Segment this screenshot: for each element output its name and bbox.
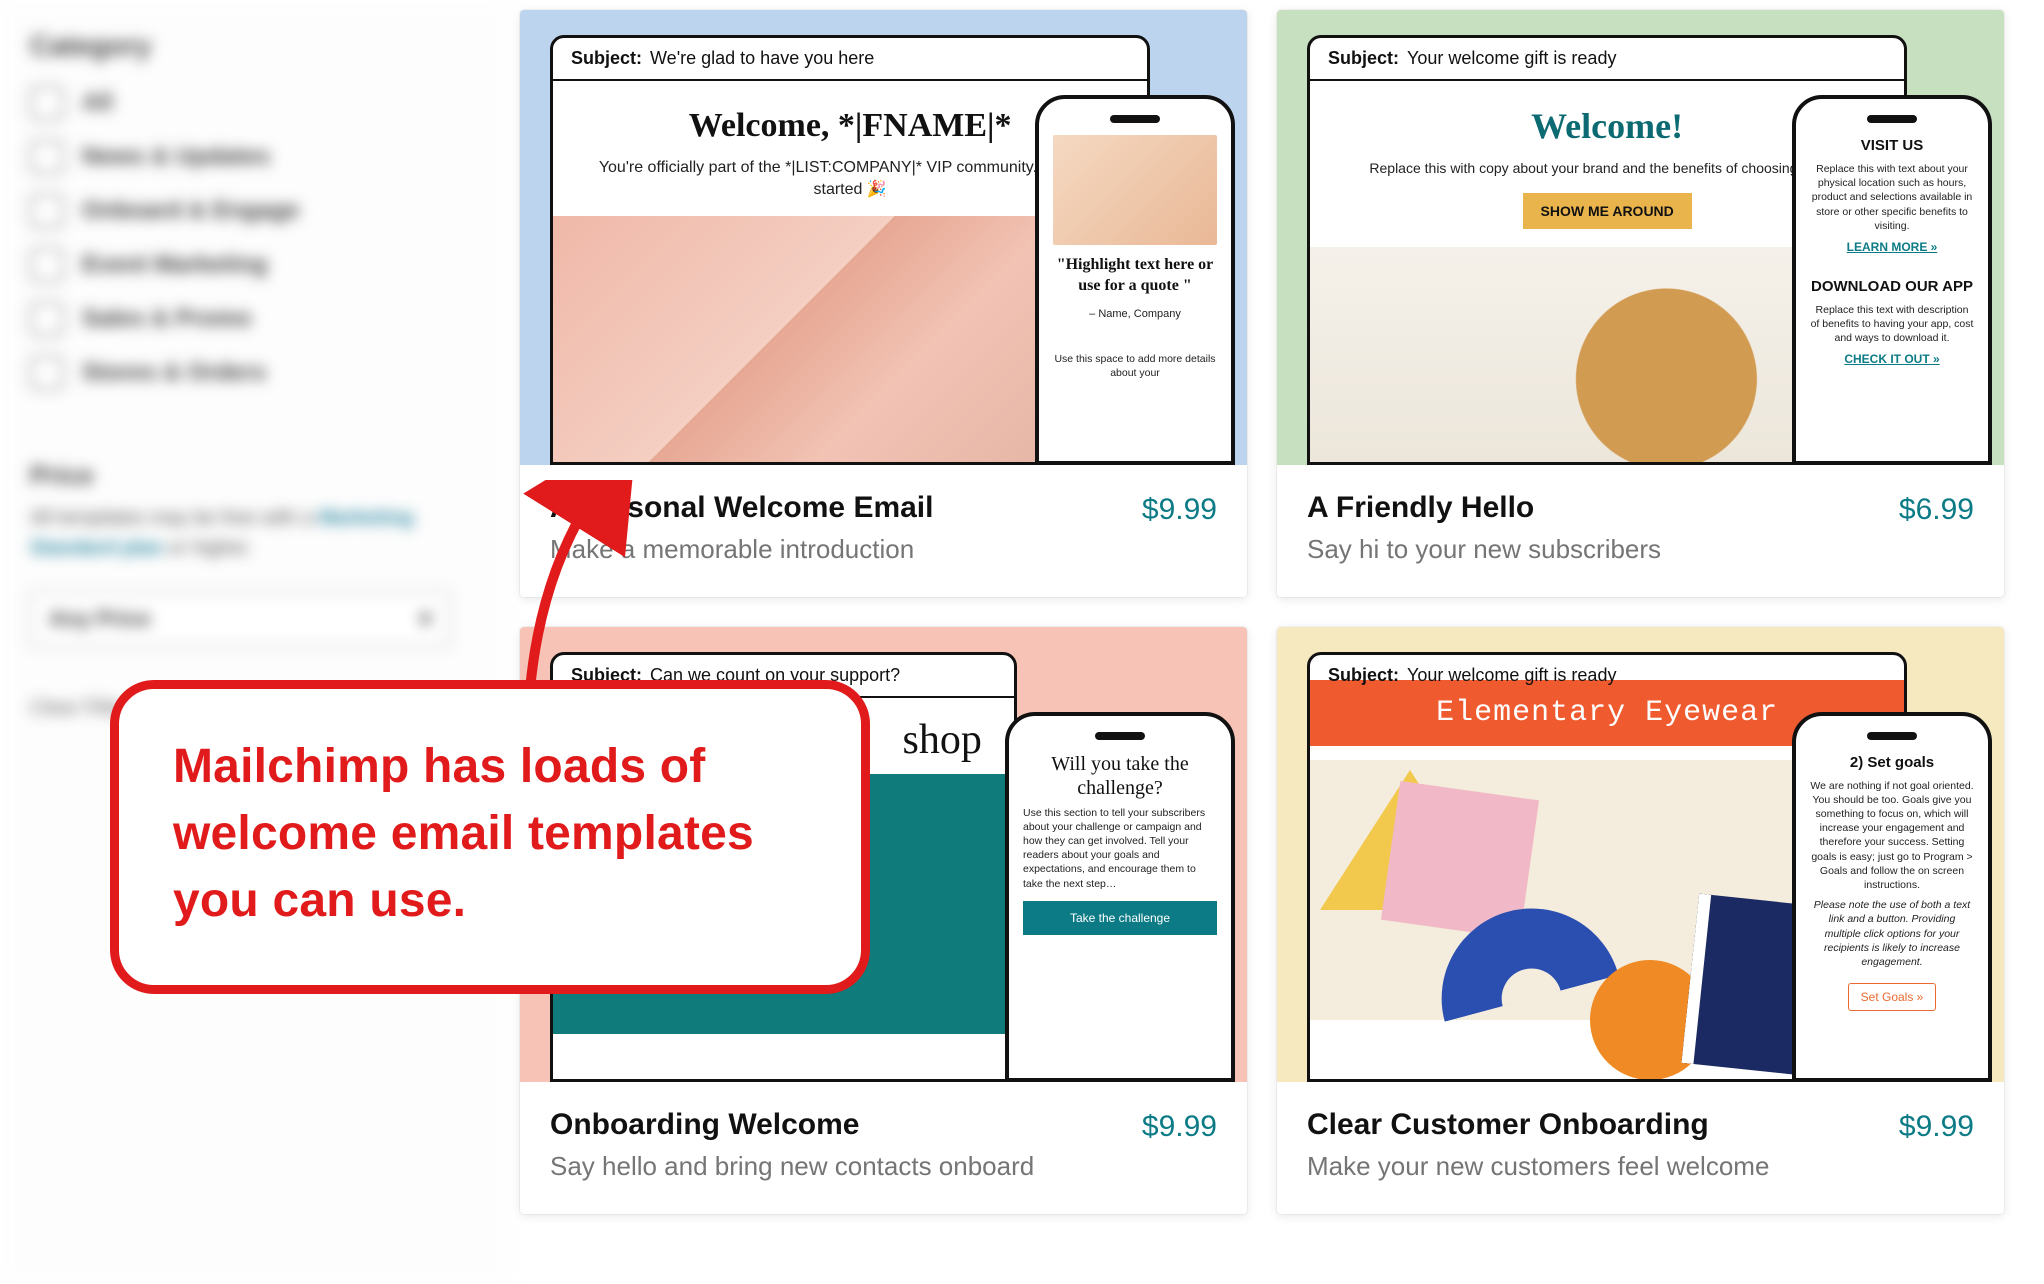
- filter-label: News & Updates: [82, 143, 270, 171]
- template-title: A Friendly Hello: [1307, 491, 1879, 525]
- template-title: A Personal Welcome Email: [550, 491, 1122, 525]
- filter-label: All: [82, 89, 113, 117]
- template-card[interactable]: Subject: Your welcome gift is ready Welc…: [1277, 10, 2004, 597]
- template-grid: Subject: We're glad to have you here Wel…: [510, 0, 2044, 1284]
- phone-link: CHECK IT OUT »: [1810, 351, 1974, 368]
- filter-row[interactable]: Event Marketing: [30, 248, 480, 282]
- checkbox[interactable]: [30, 140, 64, 174]
- template-preview: Subject: We're glad to have you here Wel…: [520, 10, 1247, 465]
- phone-link: LEARN MORE »: [1810, 239, 1974, 256]
- subject-label: Subject:: [571, 48, 642, 69]
- price-heading: Price: [30, 460, 480, 491]
- template-title: Onboarding Welcome: [550, 1108, 1122, 1142]
- price-description: All templates may be free with a Marketi…: [30, 503, 480, 563]
- filter-sidebar: Category All News & Updates Onboard & En…: [0, 0, 510, 1284]
- phone-preview: VISIT US Replace this with text about yo…: [1792, 95, 1992, 465]
- subject-text: Your welcome gift is ready: [1407, 665, 1616, 686]
- price-select-label: Any Price: [49, 606, 151, 632]
- template-preview: Subject: Your welcome gift is ready Welc…: [1277, 10, 2004, 465]
- filter-row[interactable]: Onboard & Engage: [30, 194, 480, 228]
- phone-body: We are nothing if not goal oriented. You…: [1810, 779, 1974, 892]
- template-meta: A Personal Welcome Email Make a memorabl…: [520, 465, 1247, 597]
- phone-preview: Will you take the challenge? Use this se…: [1005, 712, 1235, 1082]
- phone-body: Replace this with text about your physic…: [1810, 162, 1974, 233]
- subject-bar: Subject: We're glad to have you here: [553, 38, 1147, 81]
- phone-button: Take the challenge: [1023, 901, 1217, 935]
- filter-row[interactable]: All: [30, 86, 480, 120]
- template-preview: Subject: Your welcome gift is ready Elem…: [1277, 627, 2004, 1082]
- filter-label: Sales & Promo: [82, 305, 251, 333]
- category-heading: Category: [30, 30, 480, 62]
- subject-text: We're glad to have you here: [650, 48, 874, 69]
- phone-notch: [1095, 732, 1145, 740]
- filter-row[interactable]: Sales & Promo: [30, 302, 480, 336]
- subject-label: Subject:: [1328, 48, 1399, 69]
- filter-label: Stores & Orders: [82, 359, 266, 387]
- template-meta: Onboarding Welcome Say hello and bring n…: [520, 1082, 1247, 1214]
- phone-heading: 2) Set goals: [1810, 752, 1974, 773]
- phone-heading: Will you take the challenge?: [1023, 752, 1217, 800]
- phone-notch: [1867, 732, 1917, 740]
- phone-preview: 2) Set goals We are nothing if not goal …: [1792, 712, 1992, 1082]
- filter-label: Event Marketing: [82, 251, 267, 279]
- filter-row[interactable]: News & Updates: [30, 140, 480, 174]
- phone-heading: DOWNLOAD OUR APP: [1810, 276, 1974, 297]
- subject-bar: Subject: Your welcome gift is ready: [1310, 38, 1904, 81]
- phone-quote: "Highlight text here or use for a quote …: [1053, 255, 1217, 297]
- phone-heading: VISIT US: [1810, 135, 1974, 156]
- template-description: Make your new customers feel welcome: [1307, 1150, 1879, 1184]
- template-price: $9.99: [1142, 1108, 1217, 1144]
- subject-text: Your welcome gift is ready: [1407, 48, 1616, 69]
- template-card[interactable]: Subject: We're glad to have you here Wel…: [520, 10, 1247, 597]
- template-card[interactable]: Subject: Your welcome gift is ready Elem…: [1277, 627, 2004, 1214]
- annotation-text: Mailchimp has loads of welcome email tem…: [173, 733, 807, 935]
- checkbox[interactable]: [30, 248, 64, 282]
- template-description: Say hello and bring new contacts onboard: [550, 1150, 1122, 1184]
- checkbox[interactable]: [30, 194, 64, 228]
- phone-preview: "Highlight text here or use for a quote …: [1035, 95, 1235, 465]
- template-price: $9.99: [1899, 1108, 1974, 1144]
- template-meta: A Friendly Hello Say hi to your new subs…: [1277, 465, 2004, 597]
- template-description: Make a memorable introduction: [550, 533, 1122, 567]
- template-price: $9.99: [1142, 491, 1217, 527]
- phone-notch: [1110, 115, 1160, 123]
- phone-note: Use this space to add more details about…: [1053, 352, 1217, 380]
- price-desc-text: or higher.: [169, 537, 252, 559]
- phone-notch: [1867, 115, 1917, 123]
- filter-row[interactable]: Stores & Orders: [30, 356, 480, 390]
- subject-label: Subject:: [1328, 665, 1399, 686]
- template-description: Say hi to your new subscribers: [1307, 533, 1879, 567]
- phone-body: Replace this text with description of be…: [1810, 303, 1974, 346]
- template-meta: Clear Customer Onboarding Make your new …: [1277, 1082, 2004, 1214]
- checkbox[interactable]: [30, 302, 64, 336]
- phone-body: Use this section to tell your subscriber…: [1023, 806, 1217, 891]
- phone-image: [1053, 135, 1217, 245]
- annotation-callout: Mailchimp has loads of welcome email tem…: [110, 680, 870, 994]
- template-title: Clear Customer Onboarding: [1307, 1108, 1879, 1142]
- template-price: $6.99: [1899, 491, 1974, 527]
- checkbox[interactable]: [30, 356, 64, 390]
- checkbox[interactable]: [30, 86, 64, 120]
- chevron-down-icon: ▾: [420, 606, 431, 632]
- phone-note: Please note the use of both a text link …: [1810, 898, 1974, 969]
- filter-label: Onboard & Engage: [82, 197, 299, 225]
- email-cta-button: SHOW ME AROUND: [1523, 193, 1692, 229]
- phone-button: Set Goals »: [1848, 983, 1937, 1011]
- price-select[interactable]: Any Price ▾: [30, 591, 450, 647]
- phone-quote-author: – Name, Company: [1053, 307, 1217, 322]
- price-desc-text: All templates may be free with a: [30, 507, 319, 529]
